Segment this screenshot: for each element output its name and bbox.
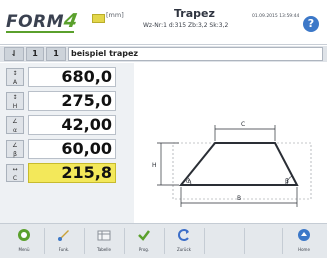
param-row-alpha: ∠ α 42,00 [6, 115, 116, 135]
param-h-value[interactable]: 275,0 [28, 91, 116, 111]
trapezoid-drawing: C H B α β [137, 63, 327, 223]
bottom-toolbar: Menü Funk. Tabelle Prog. Zurück Home [0, 223, 327, 258]
dimension-c-label: C [241, 121, 245, 128]
angle-alpha-icon: ∠ α [6, 116, 24, 134]
table-button[interactable]: Tabelle [88, 226, 120, 256]
divider [164, 228, 165, 254]
angle-beta-icon: ∠ β [6, 140, 24, 158]
hand-icon [298, 229, 310, 241]
parameter-panel: ↕ A 680,0 ↕ H 275,0 ∠ α 42,00 ∠ β 60,00 ↔ C 2… [0, 63, 134, 223]
divider [124, 228, 125, 254]
dimension-a-icon: ↕ A [6, 68, 24, 86]
table-icon [97, 230, 111, 241]
unit-indicator [92, 14, 105, 23]
divider [204, 228, 205, 254]
page-title: Trapez [174, 7, 215, 20]
back-button[interactable]: Zurück [168, 226, 200, 256]
logo-underline [6, 31, 74, 33]
param-row-h: ↕ H 275,0 [6, 91, 116, 111]
param-beta-value[interactable]: 60,00 [28, 139, 116, 159]
dimension-b-label: B [237, 195, 241, 202]
menu-button[interactable]: Menü [8, 226, 40, 256]
param-c-value[interactable]: 215,8 [28, 163, 116, 183]
program-toolbar: ⇃ 1 1 beispiel trapez [0, 46, 327, 62]
dimension-h-icon: ↕ H [6, 92, 24, 110]
dimension-h-label: H [152, 162, 157, 169]
step-arrow-button[interactable]: ⇃ [4, 47, 24, 61]
check-icon [138, 230, 150, 241]
divider [282, 228, 283, 254]
param-row-beta: ∠ β 60,00 [6, 139, 116, 159]
dimension-c-icon: ↔ C [6, 164, 24, 182]
divider [84, 228, 85, 254]
help-button[interactable]: ? [303, 16, 319, 32]
function-button[interactable]: Funk. [48, 226, 80, 256]
param-row-c: ↔ C 215,8 [6, 163, 116, 183]
trapezoid-shape [178, 142, 299, 186]
mark-field[interactable]: 1 [46, 47, 66, 61]
angle-alpha-label: α [186, 178, 190, 185]
param-a-value[interactable]: 680,0 [28, 67, 116, 87]
tool-icon [58, 230, 69, 241]
program-name-field[interactable]: beispiel trapez [68, 47, 323, 61]
back-icon [178, 229, 189, 241]
param-row-a: ↕ A 680,0 [6, 67, 116, 87]
tool-info: Wz-Nr:1 d:315 Zb:3,2 Sk:3,2 [143, 22, 229, 29]
home-button[interactable]: Home [288, 226, 320, 256]
unit-label: [mm] [106, 11, 124, 19]
param-alpha-value[interactable]: 42,00 [28, 115, 116, 135]
header: FORM4 [mm] Trapez Wz-Nr:1 d:315 Zb:3,2 S… [0, 0, 327, 45]
datetime: 01.09.2015 13:59:44 [252, 14, 300, 19]
program-button[interactable]: Prog. [128, 226, 160, 256]
divider [244, 228, 245, 254]
app-logo: FORM4 [6, 10, 80, 32]
home-icon [18, 229, 30, 241]
divider [44, 228, 45, 254]
angle-beta-label: β [285, 178, 289, 185]
trapezoid-diagram: C H B α β [152, 121, 312, 207]
index-field[interactable]: 1 [26, 47, 44, 61]
